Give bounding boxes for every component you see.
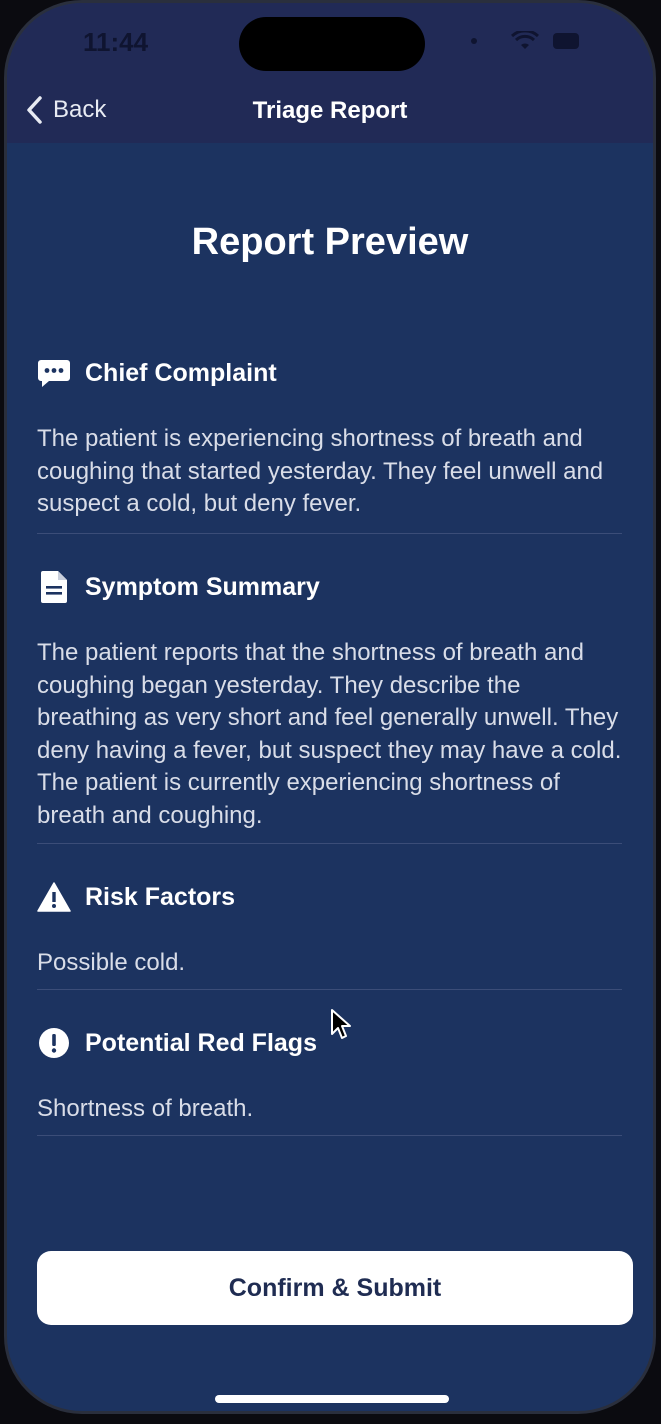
divider (37, 843, 622, 844)
section-body: Possible cold. (37, 949, 186, 976)
document-icon (37, 570, 71, 604)
section-body: Shortness of breath. (37, 1095, 254, 1122)
section-title: Potential Red Flags (85, 1028, 317, 1057)
privacy-dot (471, 38, 477, 44)
section-body: The patient is experiencing shortness of… (37, 425, 604, 517)
section-body: The patient reports that the shortness o… (37, 639, 622, 829)
warning-triangle-icon (37, 880, 71, 914)
speech-bubble-icon (37, 356, 71, 390)
phone-screen: 11:44 Back Triage Report Report Preview (4, 0, 656, 1414)
nav-title: Triage Report (252, 97, 408, 124)
mouse-cursor-icon (331, 1009, 351, 1039)
section-title: Risk Factors (85, 882, 236, 911)
battery-icon (553, 33, 579, 49)
section-chief-complaint: Chief Complaint The patient is experienc… (37, 353, 622, 521)
wifi-icon (511, 31, 539, 49)
divider (37, 533, 622, 534)
divider (37, 1135, 622, 1136)
home-indicator[interactable] (215, 1395, 449, 1403)
section-title: Symptom Summary (85, 572, 320, 601)
section-symptom-summary: Symptom Summary The patient reports that… (37, 567, 622, 832)
confirm-submit-button[interactable]: Confirm & Submit (37, 1251, 633, 1325)
divider (37, 989, 622, 990)
status-indicators (471, 31, 579, 51)
status-time: 11:44 (83, 27, 149, 57)
exclamation-circle-icon (37, 1026, 71, 1060)
dynamic-island (239, 17, 425, 71)
section-risk-factors: Risk Factors Possible cold. (37, 877, 622, 980)
page-heading: Report Preview (191, 221, 469, 263)
section-title: Chief Complaint (85, 358, 277, 387)
